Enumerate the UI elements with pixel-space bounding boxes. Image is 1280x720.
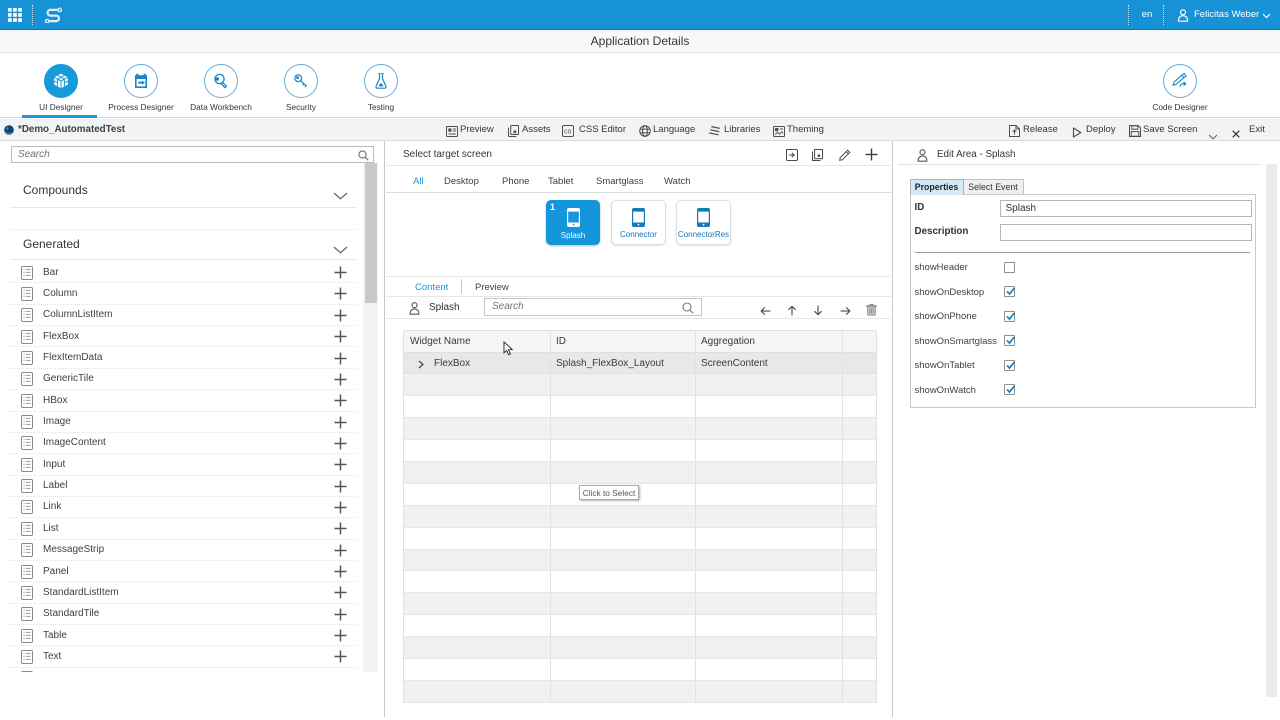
- svg-text:co: co: [564, 129, 572, 136]
